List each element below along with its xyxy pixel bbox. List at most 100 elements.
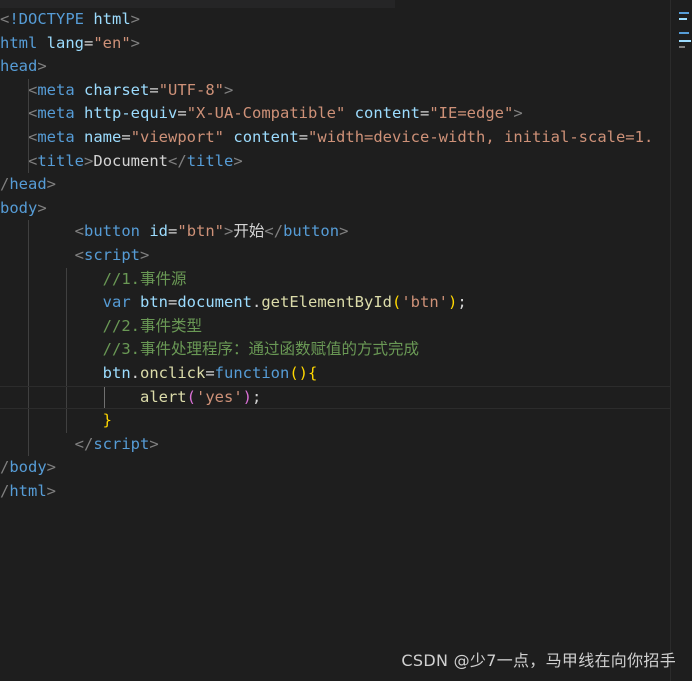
code-token: html xyxy=(93,10,131,28)
minimap-mark xyxy=(679,46,685,48)
code-token: meta xyxy=(37,80,75,99)
indent-guide xyxy=(28,432,29,457)
code-token: 'yes' xyxy=(196,387,243,406)
code-line[interactable]: /head> xyxy=(0,173,670,197)
code-token: getElementById xyxy=(261,293,392,312)
code-line[interactable]: <meta charset="UTF-8"> xyxy=(0,78,670,103)
code-token: </ xyxy=(264,222,284,241)
code-token: < xyxy=(28,127,38,146)
code-line[interactable]: //3.事件处理程序：通过函数赋值的方式完成 xyxy=(0,338,670,362)
code-token: / xyxy=(0,458,10,477)
code-line[interactable]: html lang="en"> xyxy=(0,32,670,56)
code-token: function xyxy=(214,363,290,382)
minimap[interactable] xyxy=(670,0,692,681)
code-token: content xyxy=(354,104,420,123)
code-token: document xyxy=(177,293,252,312)
code-token: body xyxy=(9,458,47,477)
code-line[interactable]: //1.事件源 xyxy=(0,267,670,292)
code-line[interactable]: <meta http-equiv="X-UA-Compatible" conte… xyxy=(0,102,670,126)
code-token: "width=device-width, initial-scale=1. xyxy=(308,127,654,146)
code-token: alert xyxy=(139,387,187,406)
code-token: = xyxy=(168,222,178,241)
code-token: html xyxy=(0,33,38,52)
code-line[interactable]: } xyxy=(0,409,670,433)
code-token: > xyxy=(339,222,349,241)
code-token: "en" xyxy=(93,33,131,52)
code-token: < xyxy=(74,222,84,241)
code-line[interactable]: <title>Document</title> xyxy=(0,149,670,174)
code-token: content xyxy=(233,127,299,146)
code-token: !DOCTYPE xyxy=(9,10,84,28)
code-token: > xyxy=(46,458,57,477)
code-token: onclick xyxy=(140,363,206,382)
code-token: btn xyxy=(140,293,168,312)
indent-guide xyxy=(28,314,29,339)
code-line[interactable]: <script> xyxy=(0,243,670,268)
code-token: 开始 xyxy=(233,222,265,241)
code-token: //3.事件处理程序：通过函数赋值的方式完成 xyxy=(102,340,419,359)
code-token: > xyxy=(37,198,47,217)
indent-guide xyxy=(28,267,29,292)
csdn-watermark: CSDN @少7一点，马甲线在向你招手 xyxy=(401,651,676,670)
code-line[interactable]: //2.事件类型 xyxy=(0,314,670,339)
code-token: } xyxy=(102,411,112,430)
code-token: button xyxy=(84,222,140,241)
code-editor[interactable]: <!DOCTYPE html> html lang="en"> head> <met… xyxy=(0,0,692,681)
code-token: var xyxy=(102,293,131,312)
code-line[interactable]: /html> xyxy=(0,480,670,504)
code-token: ; xyxy=(252,387,262,406)
code-token: charset xyxy=(84,80,150,99)
code-token: = xyxy=(420,104,430,123)
code-token: Document xyxy=(93,151,169,170)
indent-guide xyxy=(28,125,29,150)
code-token: > xyxy=(130,33,141,52)
minimap-mark xyxy=(679,40,691,42)
code-line[interactable]: /body> xyxy=(0,456,670,480)
code-line[interactable]: <meta name="viewport" content="width=dev… xyxy=(0,125,670,150)
code-token: = xyxy=(205,363,215,382)
code-line[interactable]: var btn=document.getElementById('btn'); xyxy=(0,291,670,315)
editor-top-strip xyxy=(0,0,395,8)
code-token: . xyxy=(130,363,140,382)
indent-guide xyxy=(104,386,105,409)
code-line[interactable]: body> xyxy=(0,197,670,221)
code-token: name xyxy=(84,127,122,146)
code-token: = xyxy=(84,33,94,52)
code-token: head xyxy=(9,175,47,194)
indent-guide xyxy=(28,291,29,315)
code-token: { xyxy=(308,363,318,382)
code-token: = xyxy=(298,127,309,146)
code-line[interactable]: <!DOCTYPE html> xyxy=(0,8,670,32)
minimap-mark xyxy=(679,18,687,20)
code-area[interactable]: <!DOCTYPE html> html lang="en"> head> <met… xyxy=(0,8,670,503)
code-token: "IE=edge" xyxy=(429,104,514,123)
indent-guide xyxy=(66,267,67,292)
code-line[interactable]: head> xyxy=(0,55,670,79)
code-token: > xyxy=(46,175,57,194)
code-line[interactable]: </script> xyxy=(0,432,670,457)
indent-guide xyxy=(28,243,29,268)
code-line[interactable]: <button id="btn">开始</button> xyxy=(0,220,670,244)
code-token: < xyxy=(0,10,10,28)
code-token: < xyxy=(28,151,38,170)
code-token: > xyxy=(233,151,243,170)
code-line[interactable]: btn.onclick=function(){ xyxy=(0,361,670,386)
code-token: </ xyxy=(74,434,94,453)
code-line[interactable]: alert('yes'); xyxy=(0,385,670,410)
code-token: ) xyxy=(448,293,458,312)
